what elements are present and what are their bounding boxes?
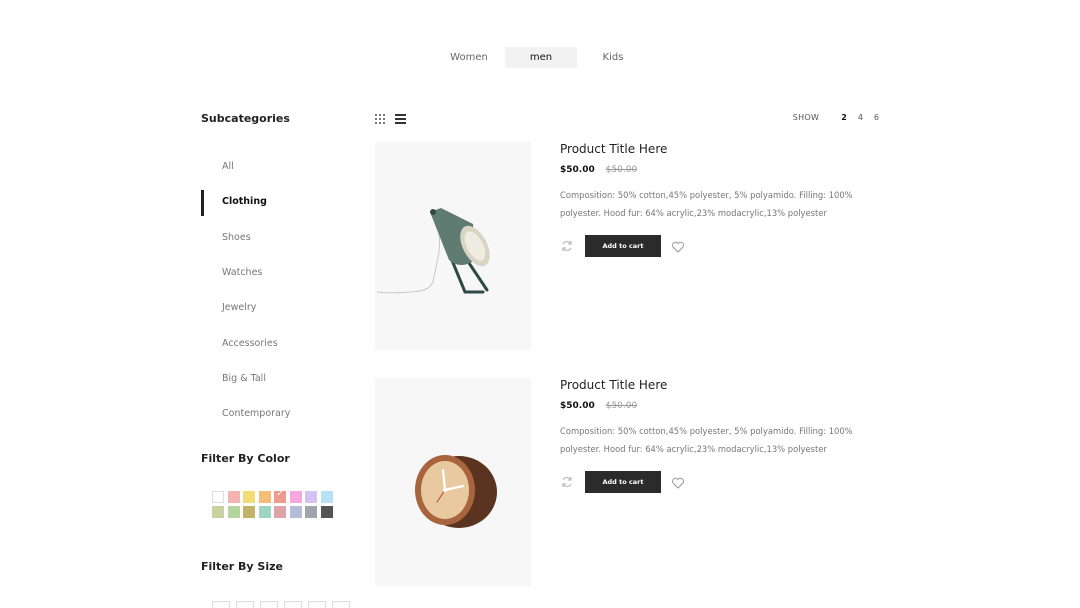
filter-size-title: Filter By Size xyxy=(201,560,283,573)
product-actions: Add to cart xyxy=(560,235,860,257)
product-prices: $50.00 $50.00 xyxy=(560,165,860,175)
color-swatch[interactable] xyxy=(258,506,271,518)
color-swatch[interactable] xyxy=(212,491,224,503)
product-title[interactable]: Product Title Here xyxy=(560,142,860,156)
add-to-cart-button[interactable]: Add to cart xyxy=(585,471,661,493)
color-swatch[interactable] xyxy=(258,491,271,503)
product-description: Composition: 50% cotton,45% polyester, 5… xyxy=(560,190,853,218)
product-card: Product Title Here $50.00 $50.00 Composi… xyxy=(375,142,895,350)
product-price: $50.00 xyxy=(560,401,595,411)
color-swatch[interactable] xyxy=(212,506,224,518)
subcategory-list: All Clothing Shoes Watches Jewelry Acces… xyxy=(201,149,351,431)
subcategory-all[interactable]: All xyxy=(201,149,351,184)
wishlist-heart-icon[interactable] xyxy=(671,475,685,489)
product-info: Product Title Here $50.00 $50.00 Composi… xyxy=(560,142,860,257)
color-swatch[interactable] xyxy=(320,491,333,503)
product-info: Product Title Here $50.00 $50.00 Composi… xyxy=(560,378,860,493)
color-swatch[interactable] xyxy=(289,506,302,518)
size-options xyxy=(212,601,350,608)
tab-kids[interactable]: Kids xyxy=(577,47,649,68)
compare-icon[interactable] xyxy=(560,475,574,489)
color-swatch[interactable]: ✓ xyxy=(274,489,286,503)
color-swatches: ✓ xyxy=(212,489,333,518)
add-to-cart-button[interactable]: Add to cart xyxy=(585,235,661,257)
subcategory-jewelry[interactable]: Jewelry xyxy=(201,290,351,325)
checkmark-icon: ✓ xyxy=(276,489,284,499)
product-old-price: $50.00 xyxy=(605,401,638,411)
color-swatch[interactable] xyxy=(289,491,302,503)
show-per-page: SHOW 2 4 6 xyxy=(793,113,879,122)
product-image[interactable] xyxy=(375,378,531,586)
show-option-4[interactable]: 4 xyxy=(858,113,863,122)
show-option-6[interactable]: 6 xyxy=(874,113,879,122)
product-title[interactable]: Product Title Here xyxy=(560,378,860,392)
color-swatch[interactable] xyxy=(320,506,333,518)
size-option[interactable] xyxy=(332,601,350,608)
wooden-clock-image xyxy=(415,455,497,528)
product-actions: Add to cart xyxy=(560,471,860,493)
size-option[interactable] xyxy=(308,601,326,608)
size-option[interactable] xyxy=(212,601,230,608)
size-option[interactable] xyxy=(236,601,254,608)
subcategory-big-tall[interactable]: Big & Tall xyxy=(201,361,351,396)
subcategory-watches[interactable]: Watches xyxy=(201,255,351,290)
product-prices: $50.00 $50.00 xyxy=(560,401,860,411)
subcategory-clothing[interactable]: Clothing xyxy=(201,184,351,219)
tab-men[interactable]: men xyxy=(505,47,577,68)
product-image[interactable] xyxy=(375,142,531,350)
color-swatch[interactable] xyxy=(243,491,255,503)
product-card: Product Title Here $50.00 $50.00 Composi… xyxy=(375,378,895,586)
subcategory-contemporary[interactable]: Contemporary xyxy=(201,396,351,431)
color-swatch[interactable] xyxy=(227,491,240,503)
show-option-2[interactable]: 2 xyxy=(841,113,847,122)
subcategory-accessories[interactable]: Accessories xyxy=(201,325,351,360)
category-tabs: Women men Kids xyxy=(433,47,649,68)
size-option[interactable] xyxy=(260,601,278,608)
color-swatch[interactable] xyxy=(227,506,240,518)
product-price: $50.00 xyxy=(560,165,595,175)
show-label: SHOW xyxy=(792,113,820,122)
compare-icon[interactable] xyxy=(560,239,574,253)
list-view-icon[interactable] xyxy=(395,114,406,124)
filter-color-title: Filter By Color xyxy=(201,452,290,465)
color-swatch[interactable] xyxy=(305,491,317,503)
color-swatch[interactable] xyxy=(243,506,255,518)
subcategories-title: Subcategories xyxy=(201,112,290,125)
color-swatch[interactable] xyxy=(274,506,286,518)
product-old-price: $50.00 xyxy=(605,165,638,175)
size-option[interactable] xyxy=(284,601,302,608)
desk-lamp-image xyxy=(376,208,490,294)
wishlist-heart-icon[interactable] xyxy=(671,239,685,253)
color-swatch[interactable] xyxy=(305,506,317,518)
product-description: Composition: 50% cotton,45% polyester, 5… xyxy=(560,426,853,454)
subcategory-shoes[interactable]: Shoes xyxy=(201,220,351,255)
grid-view-icon[interactable] xyxy=(375,114,385,124)
tab-women[interactable]: Women xyxy=(433,47,505,68)
